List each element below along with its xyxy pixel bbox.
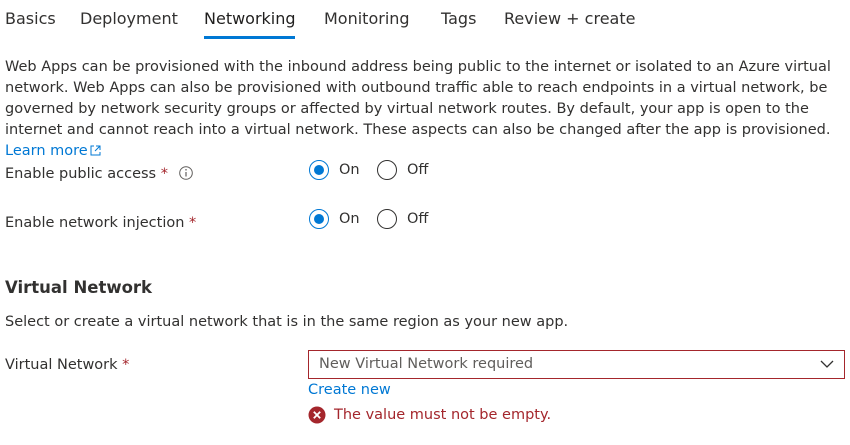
required-asterisk: * — [122, 357, 130, 373]
virtual-network-placeholder: New Virtual Network required — [319, 356, 534, 372]
info-icon[interactable] — [178, 166, 193, 180]
network-injection-on-radio[interactable]: On — [309, 209, 360, 229]
tab-networking[interactable]: Networking — [204, 9, 296, 28]
virtual-network-label-text: Virtual Network — [5, 357, 118, 373]
tab-tags[interactable]: Tags — [441, 9, 476, 28]
network-injection-label: Enable network injection * — [5, 215, 196, 231]
radio-button-unchecked[interactable] — [377, 160, 397, 180]
radio-button-unchecked[interactable] — [377, 209, 397, 229]
public-access-on-label: On — [339, 162, 360, 178]
virtual-network-dropdown[interactable]: New Virtual Network required — [308, 350, 845, 379]
validation-error: The value must not be empty. — [308, 406, 551, 424]
intro-text: Web Apps can be provisioned with the inb… — [5, 59, 831, 138]
public-access-label: Enable public access * — [5, 166, 193, 182]
networking-description: Web Apps can be provisioned with the inb… — [5, 57, 845, 162]
tab-deployment[interactable]: Deployment — [80, 9, 178, 28]
error-icon — [308, 406, 326, 424]
tab-monitoring[interactable]: Monitoring — [324, 9, 410, 28]
public-access-on-radio[interactable]: On — [309, 160, 360, 180]
learn-more-link[interactable]: Learn more — [5, 143, 101, 159]
network-injection-off-label: Off — [407, 211, 429, 227]
radio-button-checked[interactable] — [309, 209, 329, 229]
virtual-network-section-description: Select or create a virtual network that … — [5, 314, 569, 330]
network-injection-label-text: Enable network injection — [5, 215, 185, 231]
tab-bar: Basics Deployment Networking Monitoring … — [0, 0, 850, 44]
chevron-down-icon — [820, 360, 834, 368]
public-access-off-label: Off — [407, 162, 429, 178]
virtual-network-label: Virtual Network * — [5, 357, 129, 373]
learn-more-label: Learn more — [5, 143, 88, 159]
external-link-icon — [90, 145, 101, 156]
tab-basics[interactable]: Basics — [5, 9, 56, 28]
error-message: The value must not be empty. — [334, 407, 552, 423]
public-access-label-text: Enable public access — [5, 166, 157, 182]
radio-button-checked[interactable] — [309, 160, 329, 180]
network-injection-on-label: On — [339, 211, 360, 227]
network-injection-off-radio[interactable]: Off — [377, 209, 428, 229]
virtual-network-section-title: Virtual Network — [5, 278, 153, 297]
tab-review-create[interactable]: Review + create — [504, 9, 635, 28]
public-access-off-radio[interactable]: Off — [377, 160, 428, 180]
active-tab-indicator — [204, 36, 295, 39]
required-asterisk: * — [189, 215, 197, 231]
create-new-link[interactable]: Create new — [308, 382, 391, 398]
required-asterisk: * — [160, 166, 168, 182]
